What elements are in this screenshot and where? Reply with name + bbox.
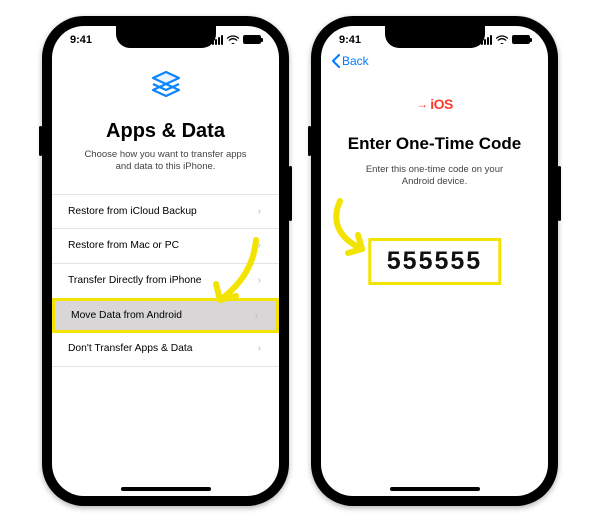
status-time: 9:41 [339,34,361,46]
back-label: Back [342,54,369,68]
status-right [481,35,530,45]
option-label: Restore from iCloud Backup [68,206,197,217]
chevron-right-icon: › [255,310,258,321]
iphone-mockup-1: 9:41 Apps & Data Choose [42,16,289,506]
status-right [212,35,261,45]
screen2-title: Enter One-Time Code [321,134,548,154]
move-to-ios-logo: → iOS [414,94,456,114]
iphone-mockup-2: 9:41 Back → iOS Enter One-Time Code Ente… [311,16,558,506]
option-label: Move Data from Android [71,310,182,321]
chevron-left-icon [331,54,340,68]
ios-logo-text: iOS [430,96,453,112]
chevron-right-icon: › [258,240,261,251]
home-indicator [121,487,211,491]
option-label: Don't Transfer Apps & Data [68,343,192,354]
chevron-right-icon: › [258,275,261,286]
notch [385,26,485,48]
apps-data-hero-icon [145,66,187,108]
home-indicator [390,487,480,491]
one-time-code: 555555 [368,238,501,285]
option-restore-icloud[interactable]: Restore from iCloud Backup › [52,194,279,229]
option-dont-transfer[interactable]: Don't Transfer Apps & Data › [52,332,279,367]
battery-icon [243,35,261,44]
notch [116,26,216,48]
transfer-options-list: Restore from iCloud Backup › Restore fro… [52,194,279,367]
back-button[interactable]: Back [331,54,369,68]
chevron-right-icon: › [258,343,261,354]
option-label: Restore from Mac or PC [68,240,179,251]
option-transfer-iphone[interactable]: Transfer Directly from iPhone › [52,264,279,299]
screen-apps-and-data: 9:41 Apps & Data Choose [52,26,279,496]
screen1-title: Apps & Data [52,120,279,143]
screen-enter-code: 9:41 Back → iOS Enter One-Time Code Ente… [321,26,548,496]
arrow-right-icon: → [416,97,428,111]
screen2-subtitle: Enter this one-time code on your Android… [321,164,548,190]
screen1-subtitle: Choose how you want to transfer apps and… [52,149,279,175]
chevron-right-icon: › [258,206,261,217]
option-restore-mac-pc[interactable]: Restore from Mac or PC › [52,229,279,264]
option-label: Transfer Directly from iPhone [68,275,202,286]
battery-icon [512,35,530,44]
option-move-from-android[interactable]: Move Data from Android › [52,298,279,333]
status-time: 9:41 [70,34,92,46]
wifi-icon [227,35,239,44]
wifi-icon [496,35,508,44]
